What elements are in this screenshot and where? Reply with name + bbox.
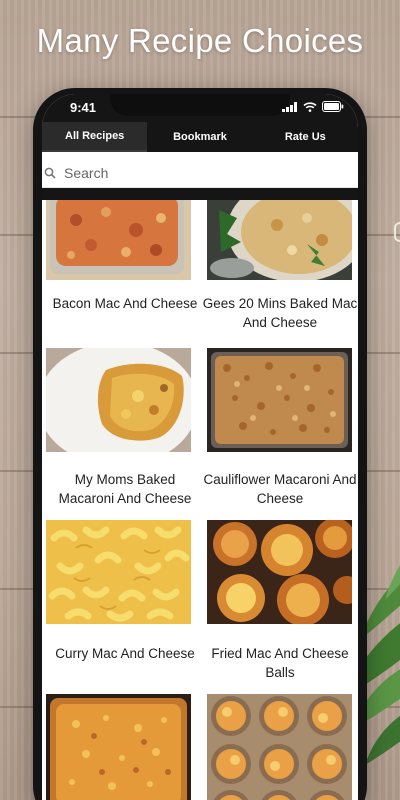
app-screen: 9:41 All Recipes Bookmark Rate Us Search…: [42, 94, 358, 800]
tab-bar: All Recipes Bookmark Rate Us: [42, 122, 358, 152]
recipe-image: [207, 348, 352, 452]
signal-icon: [282, 101, 297, 112]
recipe-image: [207, 200, 352, 280]
recipe-image: [46, 520, 191, 624]
search-icon[interactable]: [44, 167, 60, 179]
recipe-title: Gees 20 Mins Baked Mac And Cheese: [202, 296, 358, 330]
status-bar: 9:41: [42, 94, 358, 122]
status-time: 9:41: [70, 100, 97, 115]
search-bar: [42, 158, 358, 188]
recipe-image: [207, 694, 352, 800]
wifi-icon: [303, 101, 317, 112]
recipe-image: [207, 520, 352, 624]
recipe-title: Curry Mac And Cheese: [55, 646, 195, 661]
recipe-title: My Moms Baked Macaroni And Cheese: [58, 472, 192, 506]
tab-all-recipes[interactable]: All Recipes: [42, 122, 148, 152]
recipe-image: [46, 200, 191, 280]
phone-notch: [110, 94, 290, 116]
tab-rate-us[interactable]: Rate Us: [253, 122, 358, 152]
recipe-image: [46, 348, 191, 452]
search-input[interactable]: [64, 164, 324, 181]
recipe-title: Cauliflower Macaroni And Cheese: [203, 472, 357, 506]
status-icons: [282, 101, 344, 112]
headline: Many Recipe Choices: [36, 22, 364, 59]
recipe-image: [46, 694, 191, 800]
battery-icon: [322, 101, 344, 112]
recipe-title: Fried Mac And Cheese Balls: [211, 646, 349, 680]
recipe-title: Bacon Mac And Cheese: [52, 296, 198, 311]
decorative-ring: [394, 222, 400, 242]
tab-bookmark[interactable]: Bookmark: [147, 122, 252, 152]
content-divider: [42, 188, 358, 200]
